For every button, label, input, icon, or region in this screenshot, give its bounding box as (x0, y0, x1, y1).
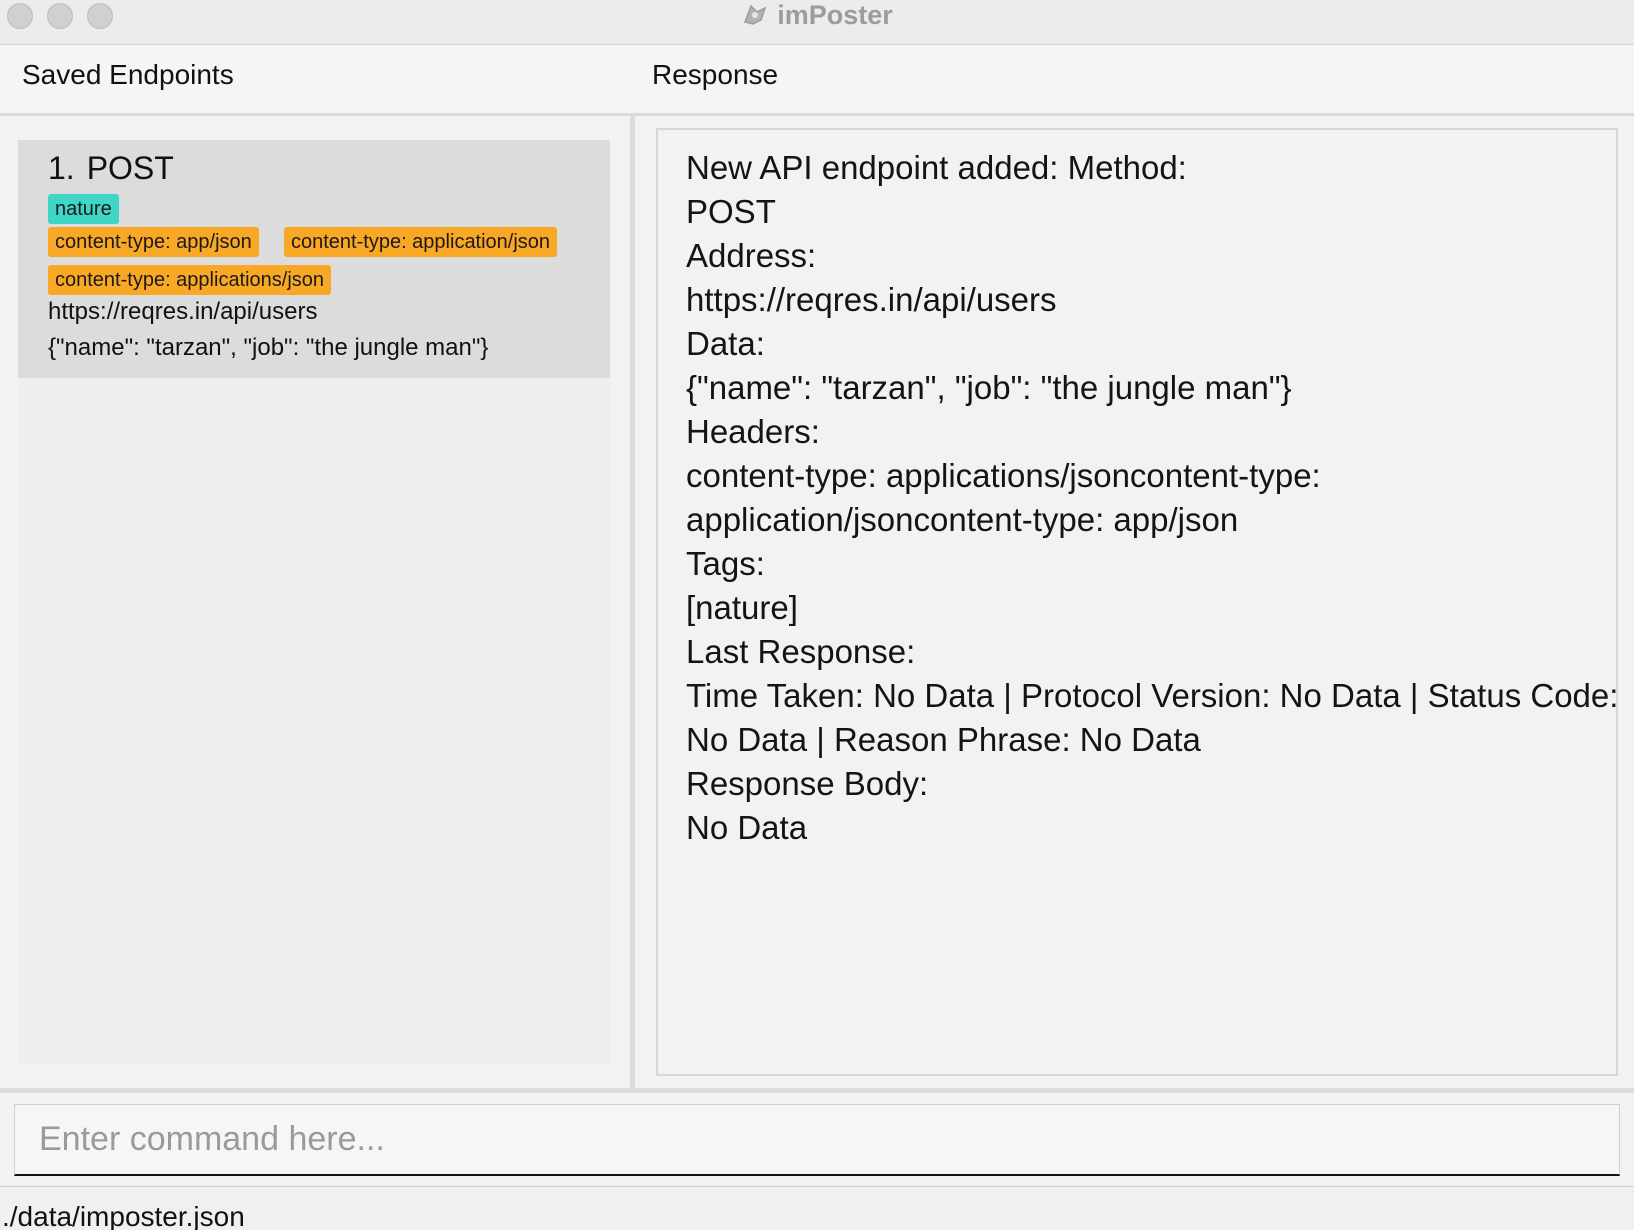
response-line: Last Response: (686, 633, 916, 670)
endpoint-index: 1. (48, 150, 75, 186)
endpoint-list-item[interactable]: 1. POST nature content-type: app/json con… (18, 140, 610, 378)
status-bar: ./data/imposter.json (0, 1186, 1634, 1230)
response-line: https://reqres.in/api/users (686, 281, 1057, 318)
response-display[interactable]: New API endpoint added: Method: POST Add… (656, 128, 1618, 1076)
imposter-logo-icon (741, 2, 769, 28)
response-line: {"name": "tarzan", "job": "the jungle ma… (686, 369, 1292, 406)
response-line: Headers: (686, 413, 820, 450)
response-line: No Data | Reason Phrase: No Data (686, 721, 1201, 758)
panel-splitter[interactable] (630, 116, 635, 1089)
panel-header-row: Saved Endpoints Response (0, 45, 1634, 116)
response-line: Response Body: (686, 765, 929, 802)
response-text: New API endpoint added: Method: POST Add… (686, 146, 1619, 850)
window-title: imPoster (777, 0, 893, 30)
response-line: content-type: applications/jsoncontent-t… (686, 457, 1321, 494)
response-line: Address: (686, 237, 817, 274)
endpoint-header-badge: content-type: application/json (284, 227, 558, 257)
response-line: New API endpoint added: Method: (686, 149, 1187, 186)
endpoint-list[interactable]: 1. POST nature content-type: app/json con… (18, 140, 610, 1065)
endpoint-method: POST (86, 150, 174, 186)
response-line: POST (686, 193, 776, 230)
endpoint-title: 1. POST (48, 150, 174, 187)
endpoint-data: {"name": "tarzan", "job": "the jungle ma… (48, 334, 489, 361)
saved-endpoints-header: Saved Endpoints (22, 59, 234, 90)
endpoint-header-badge: content-type: app/json (48, 227, 259, 257)
command-divider (0, 1088, 1634, 1093)
app-window: imPoster Saved Endpoints Response 1. POST… (0, 0, 1634, 1230)
response-line: Time Taken: No Data | Protocol Version: … (686, 677, 1619, 714)
endpoint-url: https://reqres.in/api/users (48, 298, 318, 325)
endpoint-tag-badge: nature (48, 194, 119, 224)
response-line: [nature] (686, 589, 798, 626)
window-title-group: imPoster (0, 0, 1634, 30)
command-input[interactable] (14, 1104, 1620, 1176)
response-line: No Data (686, 809, 808, 846)
title-bar: imPoster (0, 0, 1634, 45)
response-line: Data: (686, 325, 765, 362)
endpoint-header-badge: content-type: applications/json (48, 265, 332, 295)
response-header: Response (652, 59, 779, 90)
response-line: application/jsoncontent-type: app/json (686, 501, 1239, 538)
response-line: Tags: (686, 545, 765, 582)
data-file-path: ./data/imposter.json (2, 1201, 245, 1230)
